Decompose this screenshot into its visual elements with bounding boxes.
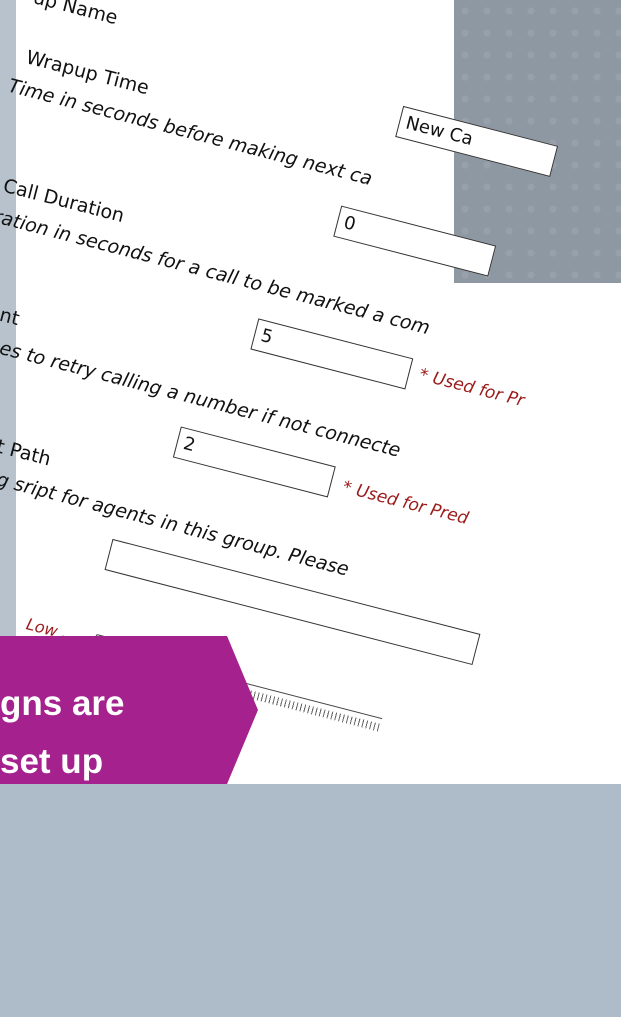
group-name-label: up Name — [30, 0, 120, 30]
banner-line-2: set up — [0, 742, 104, 781]
wrapup-time-desc: Time in seconds before making next ca — [6, 74, 375, 191]
banner-line-1: gns are — [0, 684, 125, 723]
promo-banner: gns are set up — [0, 636, 258, 784]
group-name-input[interactable]: New Ca — [395, 105, 559, 177]
retry-count-label: Count — [0, 294, 22, 331]
wrapup-time-input[interactable]: 0 — [333, 205, 497, 277]
group-script-path-label: roup Script Path — [0, 411, 54, 471]
retry-note: * Used for Pred — [340, 477, 471, 529]
min-call-note: * Used for Pr — [416, 364, 527, 412]
rotated-form: up Name Wrapup Time Time in seconds befo… — [0, 0, 621, 1017]
